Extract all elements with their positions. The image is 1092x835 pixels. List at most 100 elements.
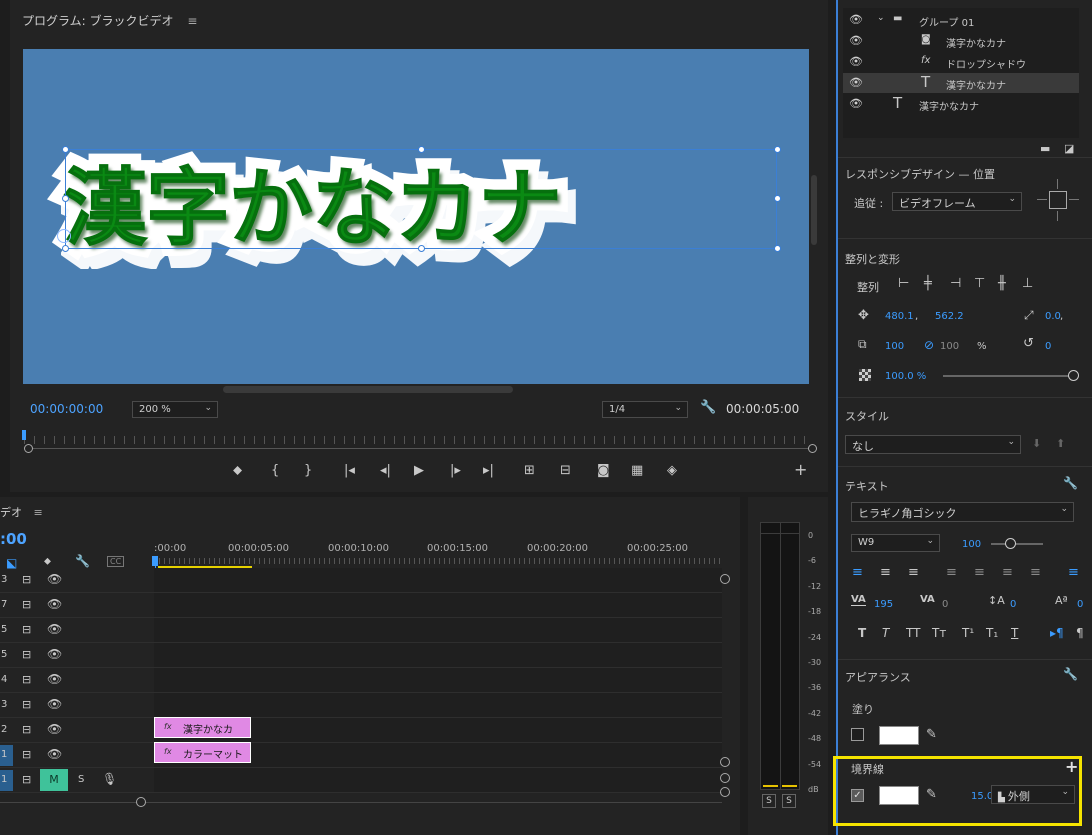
mark-in-icon[interactable]: { (271, 463, 279, 478)
opacity-slider-track[interactable] (943, 375, 1071, 377)
sync-lock-icon[interactable]: ⊟ (22, 598, 31, 611)
eyedropper-icon[interactable]: ✎ (926, 727, 937, 742)
timeline-timecode[interactable]: :00 (0, 530, 27, 548)
justify-center-icon[interactable]: ≡ (974, 565, 985, 580)
step-forward-icon[interactable]: |▸ (450, 463, 461, 478)
current-timecode[interactable]: 00:00:00:00 (30, 402, 103, 416)
align-text-center-icon[interactable]: ≡ (880, 565, 891, 580)
track-body[interactable] (154, 643, 722, 667)
fill-color-swatch[interactable] (879, 726, 919, 745)
hamburger-icon[interactable]: ≡ (34, 506, 43, 519)
layer-row[interactable]: 👁 T 漢字かなカナ (843, 73, 1079, 93)
eyedropper-icon[interactable]: ✎ (926, 787, 937, 802)
opacity-slider-thumb[interactable] (1068, 370, 1079, 381)
rotation-value[interactable]: 0 (1045, 341, 1051, 352)
sync-lock-icon[interactable]: ⊟ (22, 573, 31, 586)
timeline-vscroll-top[interactable] (720, 574, 730, 584)
scrub-start-handle[interactable] (24, 444, 33, 453)
align-text-left-icon[interactable]: ≡ (852, 565, 863, 580)
eye-icon[interactable]: 👁 (849, 76, 863, 89)
timeline-ruler-ticks[interactable] (154, 558, 722, 564)
all-caps-button[interactable]: TT (906, 626, 920, 640)
font-size-slider-thumb[interactable] (1005, 538, 1016, 549)
video-vertical-scrollbar[interactable] (811, 175, 817, 245)
eye-icon[interactable]: 👁 (47, 572, 62, 586)
font-size-value[interactable]: 100 (962, 539, 981, 550)
style-select[interactable]: なし ⌄ (845, 435, 1021, 454)
layer-row[interactable]: 👁 ◙ 漢字かなカナ (843, 31, 1079, 51)
anchor-point-icon[interactable] (57, 229, 71, 243)
go-to-out-icon[interactable]: ▸| (483, 463, 494, 478)
font-size-slider-track[interactable] (991, 543, 1043, 545)
text-direction-rtl-icon[interactable]: ¶ (1076, 626, 1084, 640)
eye-icon[interactable]: 👁 (47, 597, 62, 611)
pin-top[interactable] (1057, 179, 1058, 189)
opacity-value[interactable]: 100.0 % (885, 371, 926, 382)
scale-value[interactable]: 100 (885, 341, 904, 352)
text-bounding-box[interactable] (65, 149, 777, 249)
track-body[interactable] (154, 568, 722, 592)
track-body[interactable] (154, 693, 722, 717)
kerning-value[interactable]: 0 (942, 599, 948, 610)
align-vcenter-icon[interactable]: ╫ (998, 276, 1006, 291)
eye-icon[interactable]: 👁 (47, 747, 62, 761)
zoom-select[interactable]: 200 % ⌄ (132, 401, 218, 418)
new-group-icon[interactable]: ▬ (1040, 142, 1050, 155)
eye-icon[interactable]: 👁 (47, 697, 62, 711)
faux-bold-button[interactable]: T (858, 626, 866, 640)
eye-icon[interactable]: 👁 (849, 34, 863, 47)
bbox-handle-tl[interactable] (62, 146, 69, 153)
weight-select[interactable]: W9 ⌄ (851, 534, 940, 552)
resolution-select[interactable]: 1/4 ⌄ (602, 401, 688, 418)
timeline-playhead[interactable] (152, 556, 158, 566)
program-monitor-title[interactable]: プログラム: ブラックビデオ ≡ (22, 12, 197, 29)
timeline-zoom-handle[interactable] (136, 797, 146, 807)
clip-text[interactable]: fx 漢字かなカ (154, 717, 251, 738)
chevron-down-icon[interactable]: ⌄ (877, 13, 885, 23)
bbox-handle-ml[interactable] (62, 195, 69, 202)
layer-row[interactable]: 👁 ⌄ ▬ グループ 01 (843, 10, 1079, 30)
track-body[interactable] (154, 593, 722, 617)
add-button-icon[interactable]: + (794, 460, 807, 479)
position-y[interactable]: 562.2 (935, 311, 964, 322)
multi-cam-icon[interactable]: ◈ (667, 463, 677, 478)
bbox-handle-tc[interactable] (418, 146, 425, 153)
bbox-handle-mr[interactable] (774, 195, 781, 202)
timeline-hscroll-track[interactable] (0, 802, 722, 803)
compare-icon[interactable]: ▦ (631, 463, 643, 478)
underline-button[interactable]: T (1011, 626, 1018, 640)
stroke-color-swatch[interactable] (879, 786, 919, 805)
track-body[interactable] (154, 668, 722, 692)
font-select[interactable]: ヒラギノ角ゴシック ⌄ (851, 502, 1074, 522)
pin-right[interactable] (1069, 199, 1079, 200)
stroke-position-select[interactable]: ▙ 外側 ⌄ (991, 785, 1075, 804)
anchor-x[interactable]: 0.0 (1045, 311, 1061, 322)
lift-icon[interactable]: ⊞ (524, 463, 535, 478)
eye-icon[interactable]: 👁 (849, 97, 863, 110)
program-mini-ruler[interactable] (24, 436, 814, 444)
layer-row[interactable]: 👁 fx ドロップシャドウ (843, 52, 1079, 72)
fill-checkbox[interactable] (851, 728, 864, 741)
eye-icon[interactable]: 👁 (47, 622, 62, 636)
marker-icon[interactable]: ⬥ (44, 556, 51, 567)
mute-button[interactable]: M (40, 769, 68, 791)
pin-bottom[interactable] (1057, 211, 1058, 221)
track-body[interactable] (154, 768, 722, 792)
link-icon[interactable]: ⊘ (924, 338, 934, 352)
justify-right-icon[interactable]: ≡ (1002, 565, 1013, 580)
bbox-handle-bc[interactable] (418, 245, 425, 252)
pin-to-edges-widget[interactable] (1035, 177, 1081, 223)
pin-left[interactable] (1037, 199, 1047, 200)
align-left-icon[interactable]: ⊢ (898, 276, 909, 291)
stroke-checkbox[interactable]: ✓ (851, 789, 864, 802)
hamburger-icon[interactable]: ≡ (187, 14, 197, 28)
layer-row[interactable]: 👁 T 漢字かなカナ (843, 94, 1079, 114)
align-top-icon[interactable]: ⊤ (974, 276, 985, 291)
justify-all-icon[interactable]: ≡ (1030, 565, 1041, 580)
video-horizontal-scrollbar[interactable] (223, 386, 513, 393)
eye-icon[interactable]: 👁 (47, 672, 62, 686)
program-video-frame[interactable]: 漢字かなカナ 漢字かなカナ 漢字かなカナ (23, 49, 809, 384)
mark-out-icon[interactable]: } (304, 463, 312, 478)
wrench-icon[interactable]: 🔧 (1063, 667, 1078, 681)
follow-select[interactable]: ビデオフレーム ⌄ (892, 192, 1022, 211)
